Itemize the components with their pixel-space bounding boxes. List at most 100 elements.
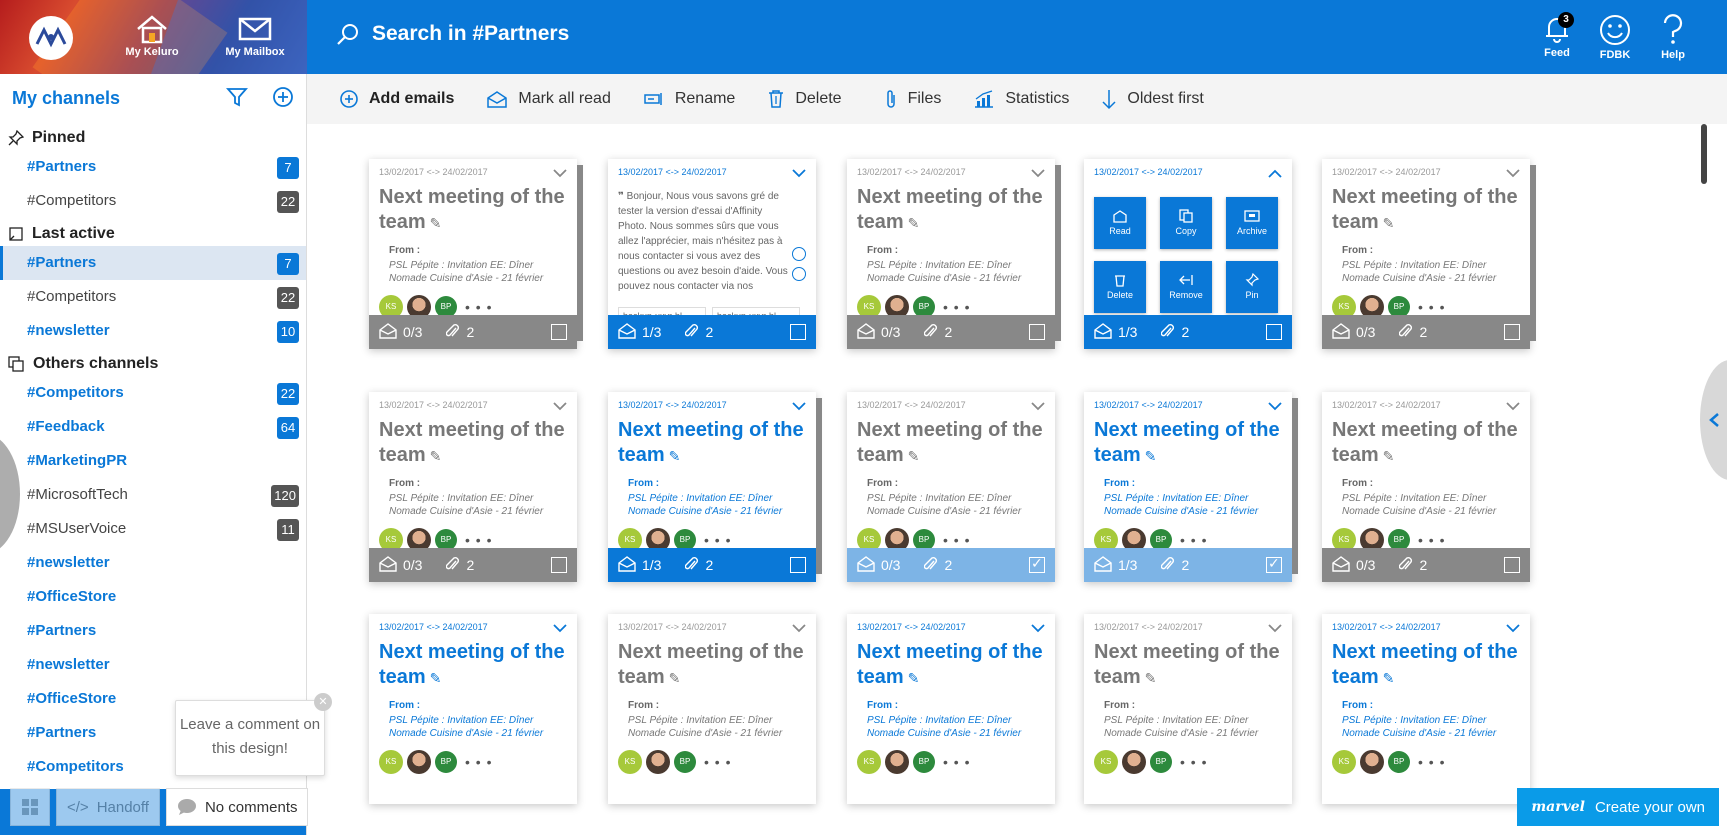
avatar[interactable]: BP bbox=[913, 751, 935, 773]
email-card[interactable]: 13/02/2017 <-> 24/02/2017 Next meeting of… bbox=[1084, 392, 1298, 582]
channel-item[interactable]: #Competitors 22 bbox=[0, 280, 306, 314]
email-card[interactable]: 13/02/2017 <-> 24/02/2017 Next meeting of… bbox=[847, 159, 1061, 349]
avatar[interactable] bbox=[1360, 750, 1384, 774]
previous-arrow-icon[interactable] bbox=[792, 247, 806, 261]
email-card[interactable]: 13/02/2017 <-> 24/02/2017 Next meeting of… bbox=[369, 614, 577, 804]
feed-button[interactable]: 3 Feed bbox=[1539, 12, 1575, 61]
channel-item[interactable]: #Partners bbox=[0, 614, 306, 648]
fdbk-button[interactable]: FDBK bbox=[1597, 14, 1633, 61]
more-icon[interactable]: • • • bbox=[1180, 754, 1207, 770]
chevron-down-icon[interactable] bbox=[1031, 398, 1045, 416]
channel-item[interactable]: #MSUserVoice 11 bbox=[0, 512, 306, 546]
chevron-up-icon[interactable] bbox=[1268, 165, 1282, 183]
avatar[interactable]: KS bbox=[1332, 750, 1356, 774]
avatar[interactable]: KS bbox=[857, 750, 881, 774]
channel-item[interactable]: #MarketingPR bbox=[0, 444, 306, 478]
email-card[interactable]: 13/02/2017 <-> 24/02/2017 Next meeting of… bbox=[847, 614, 1055, 804]
channel-item[interactable]: #newsletter bbox=[0, 546, 306, 580]
add-channel-icon[interactable] bbox=[272, 86, 294, 108]
chevron-down-icon[interactable] bbox=[553, 165, 567, 183]
pencil-icon[interactable]: ✎ bbox=[1379, 215, 1395, 231]
avatar[interactable]: KS bbox=[379, 750, 403, 774]
pencil-icon[interactable]: ✎ bbox=[665, 448, 681, 464]
email-card[interactable]: 13/02/2017 <-> 24/02/2017 ❞ Bonjour, Nous… bbox=[608, 159, 816, 349]
avatar[interactable]: KS bbox=[618, 750, 642, 774]
channel-item[interactable]: #Partners 7 bbox=[0, 246, 306, 280]
email-card[interactable]: 13/02/2017 <-> 24/02/2017 Next meeting of… bbox=[608, 392, 822, 582]
channel-item[interactable]: #Competitors 22 bbox=[0, 184, 306, 218]
create-your-own-button[interactable]: marvel Create your own bbox=[1517, 788, 1719, 826]
more-icon[interactable]: • • • bbox=[1418, 299, 1445, 315]
vertical-scrollbar[interactable] bbox=[1701, 124, 1707, 184]
email-card[interactable]: 13/02/2017 <-> 24/02/2017 Next meeting of… bbox=[608, 614, 816, 804]
channel-item[interactable]: #newsletter 10 bbox=[0, 314, 306, 348]
handoff-button[interactable]: </> Handoff bbox=[56, 788, 160, 826]
statistics-button[interactable]: Statistics bbox=[973, 89, 1069, 109]
chevron-down-icon[interactable] bbox=[792, 165, 806, 183]
avatar[interactable] bbox=[1122, 750, 1146, 774]
action-read-button[interactable]: Read bbox=[1094, 197, 1146, 249]
channel-item[interactable]: #MicrosoftTech 120 bbox=[0, 478, 306, 512]
chevron-down-icon[interactable] bbox=[1506, 620, 1520, 638]
close-icon[interactable]: ✕ bbox=[314, 693, 332, 711]
chevron-down-icon[interactable] bbox=[1268, 398, 1282, 416]
channel-item[interactable]: #Feedback 64 bbox=[0, 410, 306, 444]
mark-all-read-button[interactable]: Mark all read bbox=[486, 89, 611, 109]
pencil-icon[interactable]: ✎ bbox=[665, 670, 681, 686]
next-arrow-icon[interactable] bbox=[792, 267, 806, 281]
avatar[interactable]: BP bbox=[1388, 751, 1410, 773]
more-icon[interactable]: • • • bbox=[465, 299, 492, 315]
sort-button[interactable]: Oldest first bbox=[1101, 88, 1204, 110]
avatar[interactable]: BP bbox=[1150, 751, 1172, 773]
comments-button[interactable]: No comments bbox=[165, 788, 309, 826]
more-icon[interactable]: • • • bbox=[1180, 532, 1207, 548]
select-checkbox[interactable] bbox=[1504, 324, 1520, 340]
select-checkbox[interactable] bbox=[1029, 324, 1045, 340]
chevron-down-icon[interactable] bbox=[1506, 165, 1520, 183]
nav-my-mailbox[interactable]: My Mailbox bbox=[215, 14, 295, 58]
email-card[interactable]: 13/02/2017 <-> 24/02/2017 Next meeting of… bbox=[1322, 159, 1536, 349]
right-panel-handle[interactable] bbox=[1700, 360, 1727, 480]
select-checkbox[interactable] bbox=[551, 557, 567, 573]
select-checkbox[interactable] bbox=[790, 557, 806, 573]
more-icon[interactable]: • • • bbox=[943, 754, 970, 770]
action-remove-button[interactable]: Remove bbox=[1160, 261, 1212, 313]
email-card[interactable]: 13/02/2017 <-> 24/02/2017 Next meeting of… bbox=[1322, 392, 1530, 582]
email-card[interactable]: 13/02/2017 <-> 24/02/2017 Next meeting of… bbox=[847, 392, 1055, 582]
pencil-icon[interactable]: ✎ bbox=[426, 448, 442, 464]
avatar[interactable]: BP bbox=[674, 751, 696, 773]
pencil-icon[interactable]: ✎ bbox=[1379, 448, 1395, 464]
action-pin-button[interactable]: Pin bbox=[1226, 261, 1278, 313]
grid-button[interactable] bbox=[10, 788, 50, 826]
email-card[interactable]: 13/02/2017 <-> 24/02/2017 Read Copy Archive… bbox=[1084, 159, 1292, 349]
select-checkbox[interactable] bbox=[1504, 557, 1520, 573]
pencil-icon[interactable]: ✎ bbox=[1141, 670, 1157, 686]
select-checkbox[interactable] bbox=[551, 324, 567, 340]
chevron-down-icon[interactable] bbox=[1506, 398, 1520, 416]
pencil-icon[interactable]: ✎ bbox=[1379, 670, 1395, 686]
avatar[interactable] bbox=[885, 750, 909, 774]
chevron-down-icon[interactable] bbox=[1031, 620, 1045, 638]
more-icon[interactable]: • • • bbox=[1418, 754, 1445, 770]
action-copy-button[interactable]: Copy bbox=[1160, 197, 1212, 249]
more-icon[interactable]: • • • bbox=[943, 299, 970, 315]
help-button[interactable]: Help bbox=[1655, 14, 1691, 61]
channel-item[interactable]: #OfficeStore bbox=[0, 580, 306, 614]
select-checkbox[interactable] bbox=[1266, 555, 1282, 573]
chevron-down-icon[interactable] bbox=[1031, 165, 1045, 183]
more-icon[interactable]: • • • bbox=[943, 532, 970, 548]
avatar[interactable]: BP bbox=[435, 751, 457, 773]
chevron-down-icon[interactable] bbox=[1268, 620, 1282, 638]
chevron-down-icon[interactable] bbox=[553, 398, 567, 416]
chevron-down-icon[interactable] bbox=[792, 398, 806, 416]
more-icon[interactable]: • • • bbox=[465, 532, 492, 548]
pencil-icon[interactable]: ✎ bbox=[904, 448, 920, 464]
select-checkbox[interactable] bbox=[1266, 324, 1282, 340]
files-button[interactable]: Files bbox=[884, 89, 941, 109]
email-card[interactable]: 13/02/2017 <-> 24/02/2017 Next meeting of… bbox=[1084, 614, 1292, 804]
more-icon[interactable]: • • • bbox=[704, 754, 731, 770]
more-icon[interactable]: • • • bbox=[704, 532, 731, 548]
avatar[interactable] bbox=[407, 750, 431, 774]
keluro-logo[interactable] bbox=[29, 16, 73, 60]
channel-item[interactable]: #Competitors 22 bbox=[0, 376, 306, 410]
